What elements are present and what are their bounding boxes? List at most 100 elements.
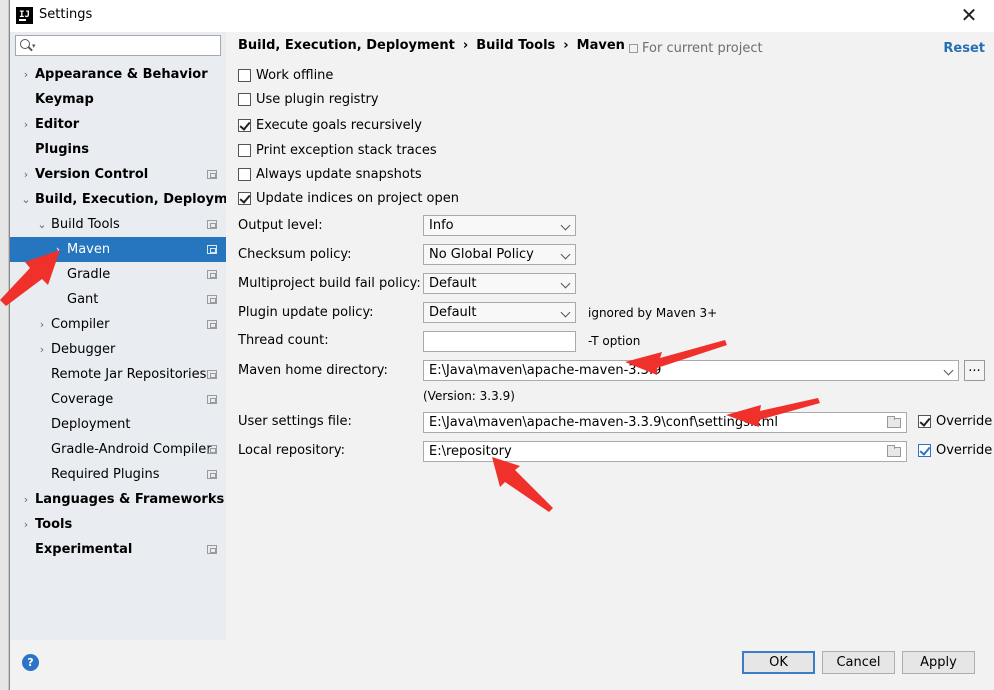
output-level-select[interactable]: Info: [423, 215, 576, 236]
project-scope-icon: [207, 245, 217, 254]
sidebar-item-label: Appearance & Behavior: [35, 67, 208, 82]
maven-home-value: E:\Java\maven\apache-maven-3.3.9: [429, 363, 662, 378]
work-offline-checkbox[interactable]: [238, 69, 251, 82]
sidebar-item-experimental[interactable]: Experimental: [10, 537, 226, 562]
intellij-app-icon: IJ: [16, 7, 33, 24]
search-dropdown-icon: ▾: [32, 42, 36, 50]
maven-version-label: (Version: 3.3.9): [423, 389, 515, 403]
sidebar-item-label: Plugins: [35, 142, 89, 157]
update-indices-label: Update indices on project open: [256, 191, 459, 206]
for-current-project-label: For current project: [642, 41, 763, 56]
search-icon: [20, 39, 30, 49]
chevron-down-icon: [560, 220, 571, 231]
project-scope-icon: [207, 320, 217, 329]
window-title: Settings: [39, 7, 93, 22]
maven-home-select[interactable]: E:\Java\maven\apache-maven-3.3.9: [423, 360, 959, 381]
user-settings-input[interactable]: E:\Java\maven\apache-maven-3.3.9\conf\se…: [423, 412, 907, 433]
sidebar-item-gradle[interactable]: Gradle: [10, 262, 226, 287]
sidebar-item-label: Gradle: [67, 267, 111, 282]
breadcrumb: Build, Execution, Deployment › Build Tools…: [238, 38, 625, 53]
sidebar-item-required-plugins[interactable]: Required Plugins: [10, 462, 226, 487]
plugin-update-select[interactable]: Default: [423, 302, 576, 323]
help-icon[interactable]: ?: [22, 654, 39, 671]
sidebar-item-label: Maven: [67, 242, 111, 257]
checksum-policy-value: No Global Policy: [429, 247, 534, 262]
work-offline-label: Work offline: [256, 68, 334, 83]
sidebar-item-build-execution-deployment[interactable]: ⌄ Build, Execution, Deployment: [10, 187, 251, 212]
sidebar-item-appearance-behavior[interactable]: › Appearance & Behavior: [10, 62, 226, 87]
sidebar-item-gradle-android-compiler[interactable]: Gradle-Android Compiler: [10, 437, 226, 462]
chevron-right-icon[interactable]: ›: [21, 487, 31, 512]
chevron-down-icon[interactable]: ⌄: [37, 212, 47, 237]
sidebar-item-gant[interactable]: Gant: [10, 287, 226, 312]
sidebar-item-debugger[interactable]: › Debugger: [10, 337, 226, 362]
chevron-right-icon[interactable]: ›: [21, 62, 31, 87]
search-input[interactable]: ▾: [15, 35, 221, 56]
sidebar-item-label: Build, Execution, Deployment: [35, 192, 252, 207]
plugin-registry-label: Use plugin registry: [256, 92, 379, 107]
chevron-right-icon[interactable]: ›: [37, 337, 47, 362]
browse-maven-home-button[interactable]: ...: [964, 360, 985, 381]
project-scope-icon: [207, 270, 217, 279]
sidebar-item-version-control[interactable]: › Version Control: [10, 162, 226, 187]
local-repository-label: Local repository:: [238, 443, 345, 458]
checksum-policy-select[interactable]: No Global Policy: [423, 244, 576, 265]
sidebar-item-coverage[interactable]: Coverage: [10, 387, 226, 412]
update-indices-checkbox[interactable]: [238, 192, 251, 205]
sidebar-item-label: Gant: [67, 292, 99, 307]
plugin-update-hint: ignored by Maven 3+: [588, 306, 718, 320]
sidebar-item-keymap[interactable]: Keymap: [10, 87, 226, 112]
chevron-right-icon[interactable]: ›: [53, 237, 63, 262]
sidebar-item-compiler[interactable]: › Compiler: [10, 312, 226, 337]
settings-tree: › Appearance & Behavior Keymap › Editor Plugi…: [10, 62, 252, 562]
sidebar-item-build-tools[interactable]: ⌄ Build Tools: [10, 212, 226, 237]
sidebar-item-plugins[interactable]: Plugins: [10, 137, 226, 162]
sidebar-item-maven[interactable]: › Maven: [10, 237, 226, 262]
print-exception-checkbox[interactable]: [238, 144, 251, 157]
sidebar-item-label: Tools: [35, 517, 73, 532]
update-snapshots-checkbox[interactable]: [238, 168, 251, 181]
background-app-strip: [0, 0, 9, 690]
close-button[interactable]: ✕: [957, 4, 981, 28]
sidebar-item-deployment[interactable]: Deployment: [10, 412, 226, 437]
chevron-right-icon[interactable]: ›: [37, 312, 47, 337]
sidebar-item-editor[interactable]: › Editor: [10, 112, 226, 137]
folder-icon[interactable]: [887, 416, 901, 428]
thread-count-input[interactable]: [423, 331, 576, 352]
settings-dialog: IJ Settings ✕ ▾ › Appearance & Behavior Ke…: [9, 0, 994, 690]
local-repository-value: E:\repository: [429, 444, 512, 459]
breadcrumb-build-execution[interactable]: Build, Execution, Deployment: [238, 38, 455, 53]
multiproject-fail-select[interactable]: Default: [423, 273, 576, 294]
sidebar-item-label: Editor: [35, 117, 80, 132]
maven-settings-panel: Build, Execution, Deployment › Build Tools…: [226, 32, 994, 640]
local-repository-input[interactable]: E:\repository: [423, 441, 907, 462]
plugin-update-value: Default: [429, 305, 477, 320]
sidebar-item-remote-jar-repositories[interactable]: Remote Jar Repositories: [10, 362, 226, 387]
chevron-right-icon[interactable]: ›: [21, 162, 31, 187]
execute-goals-label: Execute goals recursively: [256, 118, 422, 133]
sidebar-item-languages-frameworks[interactable]: › Languages & Frameworks: [10, 487, 226, 512]
apply-button[interactable]: Apply: [902, 651, 975, 674]
breadcrumb-build-tools[interactable]: Build Tools: [476, 38, 555, 53]
sidebar-item-label: Required Plugins: [51, 467, 160, 482]
dialog-footer: ? OK Cancel Apply: [10, 640, 994, 674]
sidebar-item-label: Deployment: [51, 417, 131, 432]
execute-goals-checkbox[interactable]: [238, 119, 251, 132]
plugin-registry-checkbox[interactable]: [238, 93, 251, 106]
user-settings-value: E:\Java\maven\apache-maven-3.3.9\conf\se…: [429, 415, 778, 430]
chevron-right-icon[interactable]: ›: [21, 512, 31, 537]
project-icon: [629, 44, 638, 53]
sidebar-item-tools[interactable]: › Tools: [10, 512, 226, 537]
ok-button[interactable]: OK: [742, 651, 815, 674]
folder-icon[interactable]: [887, 445, 901, 457]
chevron-down-icon[interactable]: ⌄: [21, 187, 31, 212]
project-scope-icon: [207, 545, 217, 554]
user-settings-override-checkbox[interactable]: [918, 415, 931, 428]
cancel-button[interactable]: Cancel: [822, 651, 895, 674]
project-scope-icon: [207, 395, 217, 404]
sidebar-item-label: Remote Jar Repositories: [51, 367, 207, 382]
sidebar-item-label: Build Tools: [51, 217, 120, 232]
chevron-right-icon[interactable]: ›: [21, 112, 31, 137]
local-repository-override-checkbox[interactable]: [918, 444, 931, 457]
reset-link[interactable]: Reset: [943, 41, 985, 56]
